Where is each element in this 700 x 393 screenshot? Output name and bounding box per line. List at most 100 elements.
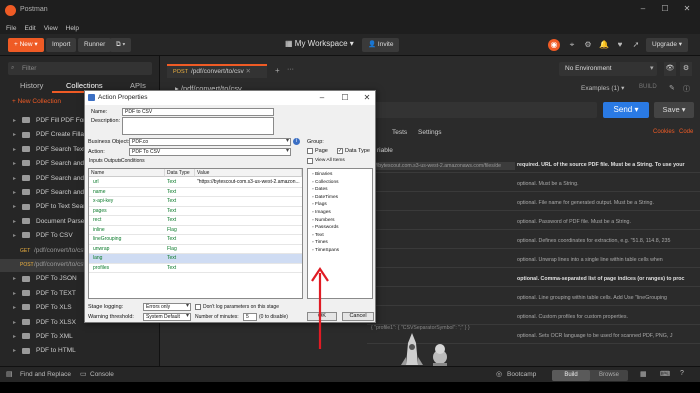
chevron-right-icon[interactable]: ▸ [13, 216, 16, 229]
new-collection-button[interactable]: + New Collection [12, 98, 61, 105]
upgrade-button[interactable]: Upgrade ▾ [646, 38, 689, 52]
browse-toggle-option[interactable]: Browse [590, 370, 628, 381]
cell-value[interactable]: "https://bytescout-com.s3-us-west-2.amaz… [195, 178, 301, 187]
chevron-right-icon[interactable]: ▸ [13, 317, 16, 330]
env-dropdown-icon[interactable]: ▾ [650, 64, 654, 72]
name-input[interactable]: PDF to CSV [122, 108, 274, 116]
maximize-icon[interactable]: ☐ [658, 4, 672, 16]
tab-close-icon[interactable]: ✕ [246, 68, 251, 75]
chevron-right-icon[interactable]: ▸ [13, 144, 16, 157]
chevron-right-icon[interactable]: ▸ [13, 129, 16, 142]
bootcamp-button[interactable]: Bootcamp [507, 371, 536, 378]
build-toggle-option[interactable]: Build [552, 370, 590, 381]
help-icon[interactable]: ? [680, 370, 684, 377]
edit-icon[interactable]: ✎ [669, 84, 675, 92]
minutes-input[interactable]: 5 [243, 313, 257, 321]
sidebar-toggle-icon[interactable]: ▤ [6, 370, 13, 378]
new-window-button[interactable]: ⧉ ▾ [110, 38, 132, 52]
request-tab[interactable]: POST/pdf/convert/to/csv ✕ [167, 64, 267, 78]
chevron-right-icon[interactable]: ▸ [13, 345, 16, 358]
invite-button[interactable]: 👤 Invite [362, 38, 400, 52]
description-input[interactable] [122, 117, 274, 135]
info-icon[interactable]: i [293, 138, 300, 145]
more-tabs-icon[interactable]: ··· [287, 66, 294, 73]
cell-value[interactable] [195, 197, 301, 206]
code-link[interactable]: Code [679, 129, 693, 135]
cell-value[interactable] [195, 226, 301, 235]
data-type-item[interactable]: ▫ Binaries [312, 172, 332, 177]
settings-icon[interactable]: ⚙ [582, 39, 594, 51]
eye-icon[interactable]: 👁 [664, 62, 676, 76]
menu-edit[interactable]: Edit [24, 25, 35, 32]
chevron-right-icon[interactable]: ▸ [13, 173, 16, 186]
cancel-button[interactable]: Cancel [342, 312, 374, 321]
cell-value[interactable] [195, 264, 301, 273]
grid-row[interactable]: name Text [89, 188, 302, 197]
folder-item[interactable]: ▸ PDF To XML [0, 331, 160, 344]
data-type-item[interactable]: ▫ Passwords [312, 225, 339, 230]
page-checkbox[interactable] [307, 148, 313, 154]
build-browse-toggle[interactable]: Build Browse [552, 370, 628, 381]
view-all-checkbox[interactable] [307, 158, 313, 164]
keyboard-icon[interactable]: ⌨ [660, 370, 670, 378]
notifications-icon[interactable]: 🔔 [598, 39, 610, 51]
data-type-item[interactable]: ▫ Times [312, 240, 328, 245]
chevron-right-icon[interactable]: ▸ [13, 273, 16, 286]
data-type-checkbox[interactable]: ✓ [337, 148, 343, 154]
layout-icon[interactable]: ▦ [640, 370, 647, 378]
sync-icon[interactable]: ◉ [548, 39, 560, 51]
chevron-right-icon[interactable]: ▸ [13, 201, 16, 214]
tab-inputs[interactable]: Inputs [89, 158, 103, 164]
grid-row[interactable]: rect Text [89, 216, 302, 226]
tab-collections[interactable]: Collections [66, 81, 103, 90]
dialog-minimize-icon[interactable]: – [315, 92, 329, 104]
variable-tab[interactable]: riable [377, 147, 393, 154]
folder-item[interactable]: ▸ PDF to HTML [0, 345, 160, 358]
cookies-link[interactable]: Cookies [653, 129, 675, 135]
column-header-data-type[interactable]: Data Type [165, 169, 195, 177]
data-type-item[interactable]: ▫ Images [312, 210, 331, 215]
cell-value[interactable] [195, 235, 301, 244]
close-icon[interactable]: ✕ [680, 4, 694, 16]
business-object-select[interactable]: PDF.co [129, 138, 291, 146]
data-type-item[interactable]: ▫ Dates [312, 187, 328, 192]
data-type-item[interactable]: ▫ Numbers [312, 218, 335, 223]
menu-file[interactable]: File [6, 25, 16, 32]
environment-selector[interactable]: No Environment [559, 62, 657, 76]
info-icon[interactable]: ⓘ [683, 84, 690, 94]
chevron-right-icon[interactable]: ▸ [13, 115, 16, 128]
tab-conditions[interactable]: Conditions [121, 158, 145, 164]
menu-help[interactable]: Help [66, 25, 79, 32]
console-button[interactable]: Console [90, 371, 114, 378]
grid-row[interactable]: unwrap Flag [89, 245, 302, 254]
grid-row[interactable]: lineGrouping Text [89, 235, 302, 245]
data-type-item[interactable]: ▫ Collections [312, 180, 339, 185]
dialog-close-icon[interactable]: ✕ [360, 92, 374, 104]
column-header-value[interactable]: Value [195, 169, 302, 177]
dont-log-checkbox[interactable] [195, 304, 201, 310]
send-button[interactable]: Send ▾ [603, 102, 649, 118]
chevron-right-icon[interactable]: ▸ [13, 302, 16, 315]
tab-settings[interactable]: Settings [418, 129, 442, 136]
cell-value[interactable] [195, 216, 301, 225]
rocket-icon[interactable]: ➚ [630, 39, 642, 51]
find-replace-button[interactable]: Find and Replace [20, 371, 71, 378]
grid-row[interactable]: lang Text [89, 254, 302, 264]
grid-row[interactable]: pages Text [89, 207, 302, 216]
examples-dropdown[interactable]: Examples (1) ▾ [581, 84, 624, 92]
add-tab-icon[interactable]: + [275, 66, 280, 75]
cell-value[interactable] [195, 254, 301, 263]
cell-value[interactable] [195, 188, 301, 197]
data-type-item[interactable]: ▫ DateTimes [312, 195, 338, 200]
workspace-selector[interactable]: ▦ My Workspace ▾ [285, 39, 354, 48]
console-icon[interactable]: ▭ [80, 370, 87, 378]
data-type-item[interactable]: ▫ TimeSpans [312, 248, 339, 253]
data-type-item[interactable]: ▫ Flags [312, 202, 327, 207]
column-header-name[interactable]: Name [89, 169, 165, 177]
tab-apis[interactable]: APIs [130, 81, 146, 90]
satellite-icon[interactable]: ⌖ [566, 39, 578, 51]
menu-view[interactable]: View [44, 25, 58, 32]
cell-value[interactable] [195, 207, 301, 216]
data-type-item[interactable]: ▫ Text [312, 233, 324, 238]
tab-history[interactable]: History [20, 81, 43, 90]
